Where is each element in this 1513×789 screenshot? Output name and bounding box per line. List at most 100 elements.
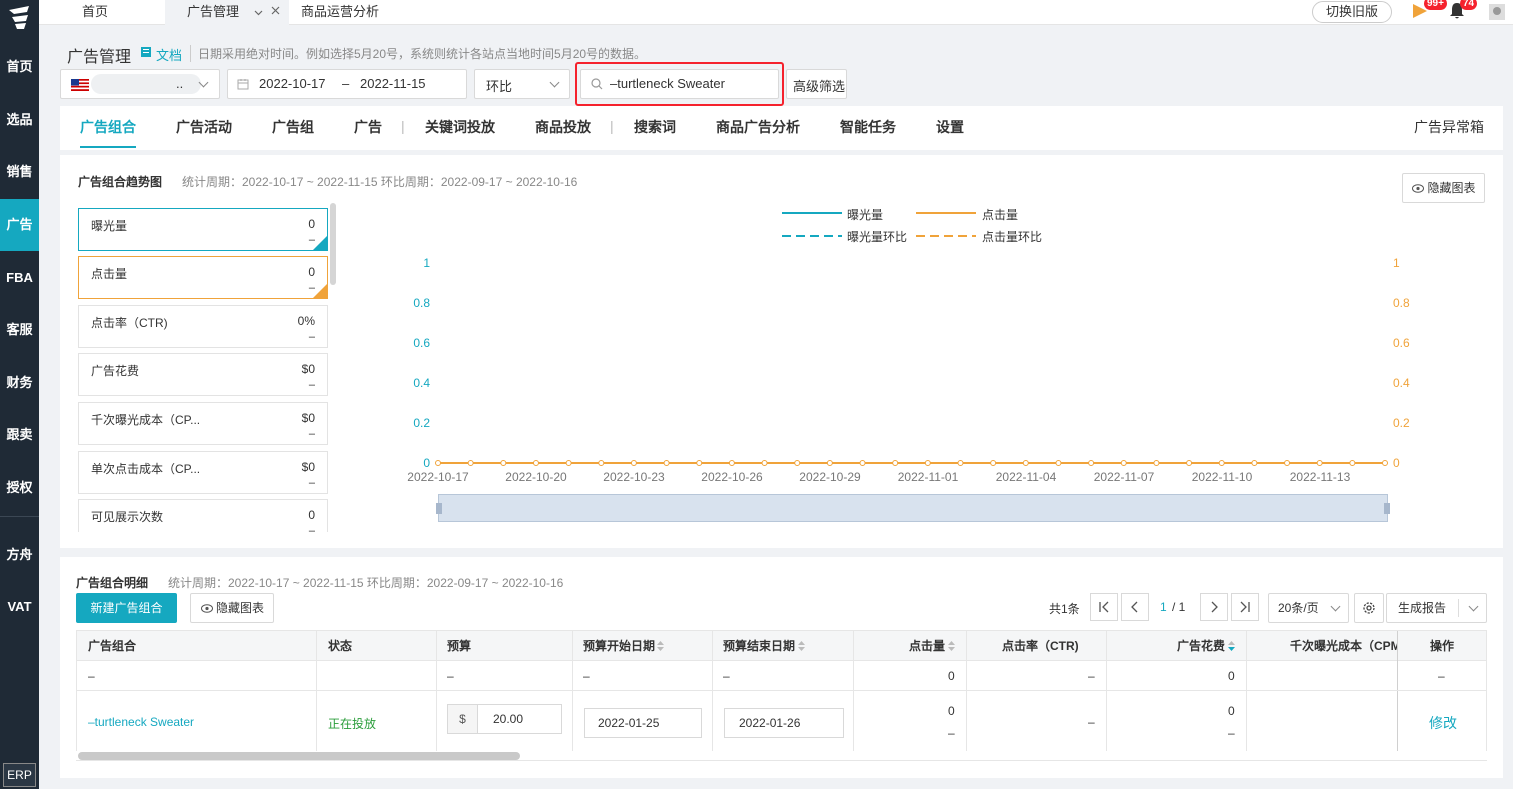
data-point[interactable] [630,460,637,466]
nav-item-selection[interactable]: 选品 [0,95,39,145]
col-clicks[interactable]: 点击量 [909,631,945,661]
subtab-portfolio[interactable]: 广告组合 [80,117,136,137]
nav-item-vat[interactable]: VAT [0,582,39,632]
subtab-adgroup[interactable]: 广告组 [272,117,314,137]
data-zoom-slider[interactable] [438,494,1388,522]
data-point[interactable] [1153,460,1160,466]
tab-home[interactable]: 首页 [82,0,108,25]
table-horizontal-scrollbar[interactable] [78,752,520,760]
hide-chart-button[interactable]: 隐藏图表 [1402,173,1485,203]
ad-anomaly-box[interactable]: 广告异常箱 [1414,117,1484,137]
store-select[interactable]: .. [60,69,220,99]
portfolio-name-link[interactable]: –turtleneck Sweater [88,715,194,729]
first-page-button[interactable] [1090,593,1118,621]
data-point[interactable] [565,460,572,466]
avatar[interactable] [1488,3,1506,21]
column-settings-button[interactable] [1354,593,1384,623]
subtab-product-ad-analysis[interactable]: 商品广告分析 [716,117,800,137]
subtab-campaign[interactable]: 广告活动 [176,117,232,137]
doc-link[interactable]: 文档 [156,45,182,64]
sort-desc-icon[interactable] [1227,640,1236,652]
data-point[interactable] [467,460,474,466]
metric-ctr[interactable]: 点击率（CTR) 0% – [78,305,328,348]
data-point[interactable] [532,460,539,466]
budget-input[interactable]: $ 20.00 [447,704,562,734]
nav-item-fba[interactable]: FBA [0,253,39,303]
col-cpm[interactable]: 千次曝光成本（CPM [1290,631,1397,661]
data-point[interactable] [924,460,931,466]
data-point[interactable] [1055,460,1062,466]
data-point[interactable] [696,460,703,466]
chevron-down-icon[interactable] [1468,601,1479,612]
metric-impressions[interactable]: 曝光量 0 – [78,208,328,251]
subtab-search-term[interactable]: 搜索词 [634,117,676,137]
data-point[interactable] [1088,460,1095,466]
subtab-ad[interactable]: 广告 [354,117,382,137]
data-point[interactable] [435,460,441,466]
data-point[interactable] [728,460,735,466]
sort-icon[interactable] [797,640,806,652]
data-point[interactable] [1022,460,1029,466]
edit-button[interactable]: 修改 [1429,713,1457,733]
data-point[interactable] [1186,460,1193,466]
nav-item-home[interactable]: 首页 [0,42,39,92]
date-range-picker[interactable]: 2022-10-17 – 2022-11-15 [227,69,467,99]
metric-clicks[interactable]: 点击量 0 – [78,256,328,299]
data-point[interactable] [500,460,507,466]
data-point[interactable] [990,460,997,466]
data-point[interactable] [957,460,964,466]
data-point[interactable] [1382,460,1388,466]
data-point[interactable] [1349,460,1356,466]
nav-item-finance[interactable]: 财务 [0,358,39,408]
subtab-settings[interactable]: 设置 [936,117,964,137]
data-point[interactable] [598,460,605,466]
data-point[interactable] [1251,460,1258,466]
subtab-product-targeting[interactable]: 商品投放 [535,117,591,137]
budget-end-date[interactable]: 2022-01-26 [724,708,844,738]
metric-cpc[interactable]: 单次点击成本（CP... $0 – [78,451,328,494]
legend-impressions-compare[interactable]: 曝光量环比 [847,228,907,245]
close-icon[interactable] [271,6,280,15]
erp-button[interactable]: ERP [3,763,36,787]
zoom-handle-right[interactable] [1384,503,1390,514]
switch-old-version-button[interactable]: 切换旧版 [1312,1,1392,23]
col-budget-start[interactable]: 预算开始日期 [583,631,655,661]
col-status[interactable]: 状态 [328,631,352,661]
data-point[interactable] [1316,460,1323,466]
nav-item-ads[interactable]: 广告 [0,199,39,251]
data-point[interactable] [892,460,899,466]
chevron-down-icon[interactable] [254,8,263,17]
metric-viewable[interactable]: 可见展示次数 0 – [78,499,328,537]
new-portfolio-button[interactable]: 新建广告组合 [76,593,177,623]
nav-item-service[interactable]: 客服 [0,305,39,355]
generate-report-button[interactable]: 生成报告 [1386,593,1487,623]
current-page[interactable]: 1 [1160,600,1167,614]
legend-clicks-compare[interactable]: 点击量环比 [982,228,1042,245]
col-ctr[interactable]: 点击率（CTR) [1002,631,1079,661]
data-point[interactable] [761,460,768,466]
data-point[interactable] [826,460,833,466]
metric-scrollbar[interactable] [330,203,336,285]
data-point[interactable] [1218,460,1225,466]
legend-impressions[interactable]: 曝光量 [847,206,883,223]
col-budget-end[interactable]: 预算结束日期 [723,631,795,661]
last-page-button[interactable] [1231,593,1259,621]
nav-item-auth[interactable]: 授权 [0,463,39,513]
subtab-keyword[interactable]: 关键词投放 [425,117,495,137]
hide-table-chart-button[interactable]: 隐藏图表 [190,593,274,623]
budget-start-date[interactable]: 2022-01-25 [584,708,702,738]
data-point[interactable] [663,460,670,466]
zoom-handle-left[interactable] [436,503,442,514]
data-point[interactable] [1284,460,1291,466]
search-input[interactable]: –turtleneck Sweater [580,69,779,99]
legend-clicks[interactable]: 点击量 [982,206,1018,223]
data-point[interactable] [794,460,801,466]
tab-product-analysis[interactable]: 商品运营分析 [301,0,379,25]
nav-item-follow[interactable]: 跟卖 [0,410,39,460]
metric-cpm[interactable]: 千次曝光成本（CP... $0 – [78,402,328,445]
metric-spend[interactable]: 广告花费 $0 – [78,353,328,396]
prev-page-button[interactable] [1121,593,1149,621]
col-budget[interactable]: 预算 [447,631,471,661]
compare-select[interactable]: 环比 [474,69,570,99]
advanced-filter-button[interactable]: 高级筛选 [786,69,847,99]
